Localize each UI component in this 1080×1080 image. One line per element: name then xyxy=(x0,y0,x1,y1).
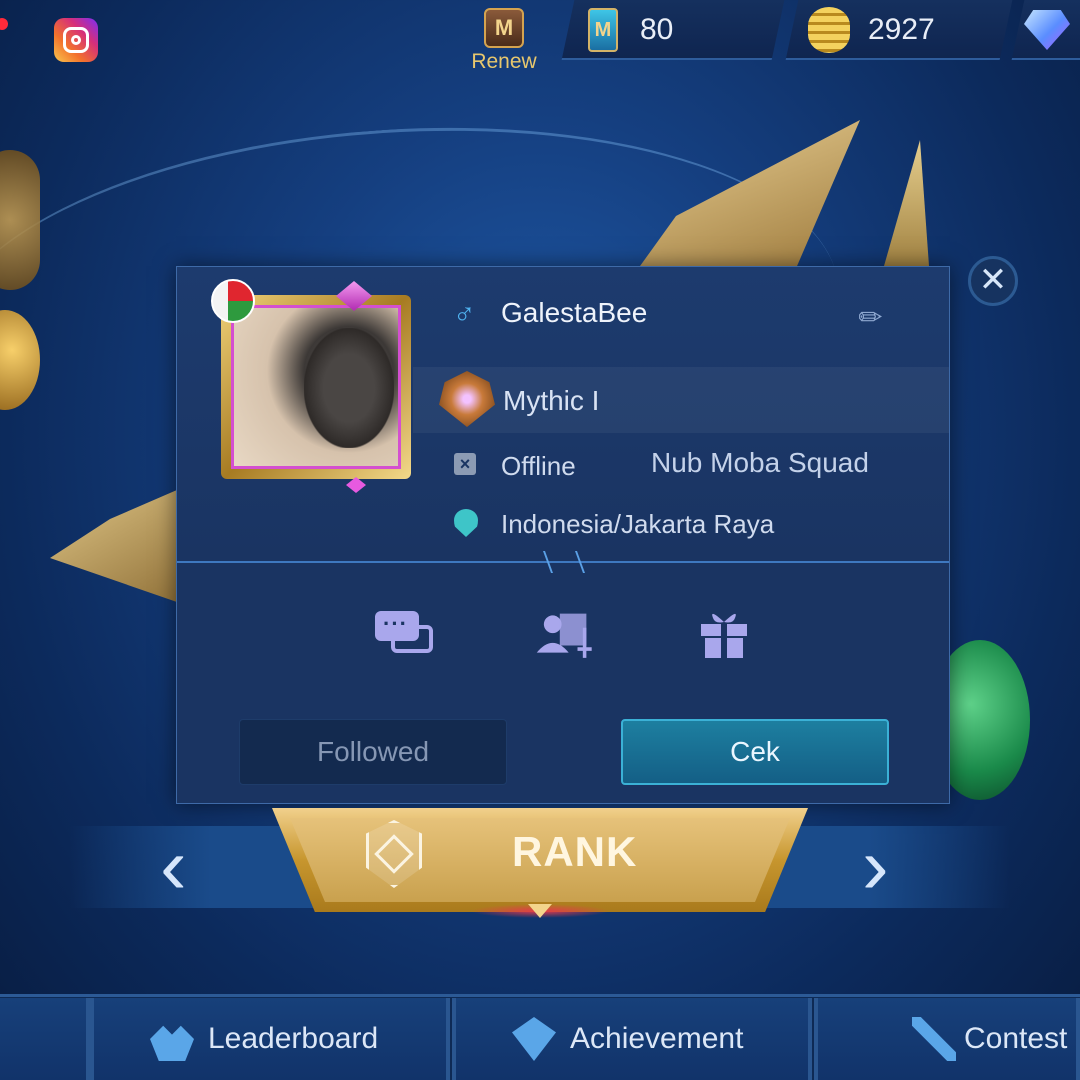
profile-card: ♂ GalestaBee ✎ Mythic I × Offline Nub Mo… xyxy=(176,266,950,804)
chevron-right-icon[interactable]: › xyxy=(862,826,922,906)
gift-icon[interactable] xyxy=(693,607,755,661)
mode-label: RANK xyxy=(512,828,638,875)
instagram-icon[interactable] xyxy=(54,18,98,62)
tab-achievement[interactable]: Achievement xyxy=(452,998,812,1080)
close-icon[interactable]: ✕ xyxy=(968,256,1018,306)
avatar[interactable] xyxy=(221,281,411,493)
ticket-icon: M xyxy=(588,8,618,52)
male-gender-icon: ♂ xyxy=(453,297,476,330)
squad-name[interactable]: Nub Moba Squad xyxy=(651,447,869,479)
achievement-icon xyxy=(512,1017,556,1061)
diamond-icon xyxy=(1024,10,1070,50)
golden-spike-right xyxy=(880,140,930,280)
renew-label: Renew xyxy=(471,50,537,73)
coin-icon xyxy=(808,7,850,53)
tickets-counter[interactable]: M 80 xyxy=(588,0,673,60)
tab-contest-label: Contest xyxy=(964,1022,1068,1055)
hero-decoration-left xyxy=(0,150,40,290)
tab-leaderboard[interactable]: Leaderboard xyxy=(90,998,450,1080)
duel-icon[interactable] xyxy=(535,607,597,661)
coins-counter[interactable]: 2927 xyxy=(808,0,935,60)
rank-label: Mythic I xyxy=(503,385,600,416)
tab-leaderboard-label: Leaderboard xyxy=(208,1022,379,1055)
username: GalestaBee xyxy=(501,297,648,328)
leaderboard-icon xyxy=(150,1025,194,1061)
tickets-value: 80 xyxy=(640,13,674,46)
crossed-swords-icon xyxy=(912,1017,956,1061)
profile-info-section: ♂ GalestaBee ✎ Mythic I × Offline Nub Mo… xyxy=(177,267,949,563)
offline-status-icon: × xyxy=(454,453,476,475)
followed-button[interactable]: Followed xyxy=(239,719,507,785)
frame-gem-small-icon xyxy=(346,477,366,493)
cek-button[interactable]: Cek xyxy=(621,719,889,785)
top-bar: M Renew M 80 2927 xyxy=(0,0,1080,80)
status-label: Offline xyxy=(501,451,576,481)
notification-dot xyxy=(0,18,8,30)
chevron-left-icon[interactable]: ‹ xyxy=(160,826,220,906)
country-flag-icon xyxy=(211,279,255,323)
diamonds-counter[interactable] xyxy=(1024,0,1070,60)
coins-value: 2927 xyxy=(868,13,935,46)
tab-contest[interactable]: Contest xyxy=(814,998,1080,1080)
avatar-image xyxy=(231,305,401,469)
location-pin-icon xyxy=(454,509,478,537)
tab-achievement-label: Achievement xyxy=(570,1022,744,1055)
tab-previous[interactable] xyxy=(0,998,90,1080)
pencil-icon[interactable]: ✎ xyxy=(851,293,893,337)
location-label: Indonesia/Jakarta Raya xyxy=(501,509,775,539)
renew-button[interactable]: M Renew xyxy=(462,8,546,74)
chat-icon[interactable]: ··· xyxy=(373,607,435,661)
starlight-pass-icon: M xyxy=(484,8,524,48)
